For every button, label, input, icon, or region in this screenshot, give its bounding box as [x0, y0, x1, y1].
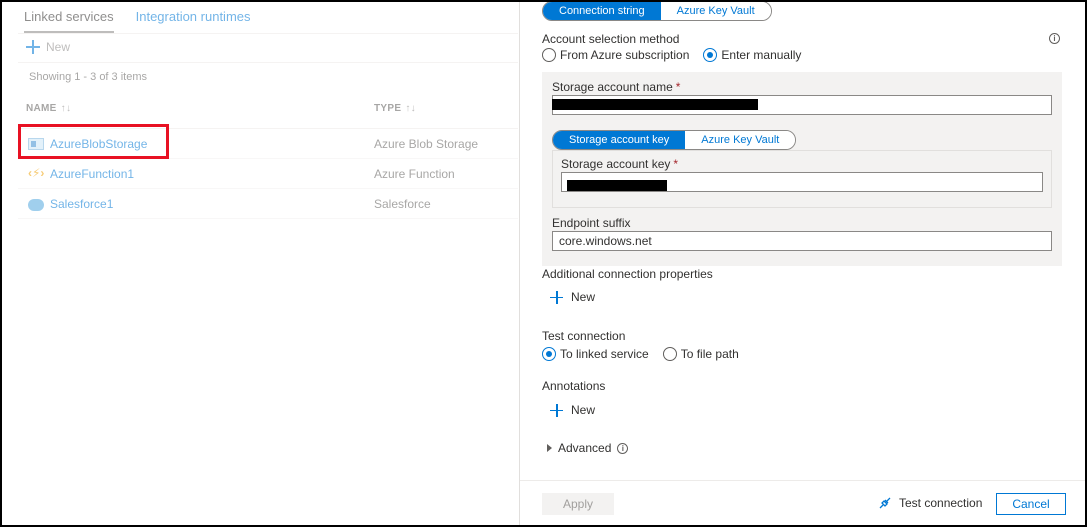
add-connection-property-button[interactable]: New — [550, 290, 595, 304]
test-connection-button[interactable]: Test connection — [878, 496, 982, 510]
linked-service-type: Azure Function — [374, 166, 455, 181]
new-label: New — [571, 403, 596, 417]
sort-icon: ↑↓ — [405, 103, 416, 114]
info-icon[interactable]: i — [1049, 33, 1060, 44]
storage-account-key-option[interactable]: Storage account key — [553, 131, 686, 149]
connection-string-option[interactable]: Connection string — [543, 2, 661, 20]
new-label: New — [46, 40, 71, 54]
tab-divider — [18, 33, 518, 34]
sort-icon: ↑↓ — [60, 103, 72, 114]
toolbar-divider — [18, 62, 518, 63]
required-marker: * — [675, 80, 681, 94]
account-key-type-toggle: Storage account key Azure Key Vault — [552, 130, 797, 150]
new-label: New — [571, 290, 596, 304]
test-connection-label: Test connection — [542, 329, 626, 343]
apply-button[interactable]: Apply — [542, 493, 614, 515]
add-annotation-button[interactable]: New — [550, 403, 595, 417]
linked-service-name[interactable]: AzureFunction1 — [50, 167, 134, 181]
connection-type-toggle: Connection string Azure Key Vault — [542, 2, 772, 21]
azure-function-icon: ‹⚡› — [28, 166, 45, 180]
connection-key-vault-option[interactable]: Azure Key Vault — [660, 2, 771, 20]
tab-linked-services[interactable]: Linked services — [24, 9, 114, 33]
account-selection-radio-group: From Azure subscription Enter manually — [542, 48, 801, 62]
radio-label: To file path — [680, 347, 739, 361]
column-type-label: TYPE — [374, 103, 402, 114]
linked-service-type: Azure Blob Storage — [374, 136, 479, 151]
radio-button-icon — [662, 347, 677, 361]
test-connection-button-label: Test connection — [899, 496, 983, 510]
key-vault-option[interactable]: Azure Key Vault — [685, 131, 796, 149]
linked-service-name[interactable]: Salesforce1 — [50, 197, 113, 211]
table-row[interactable]: ‹⚡› AzureFunction1 Azure Function — [18, 159, 518, 189]
radio-enter-manually[interactable]: Enter manually — [703, 48, 801, 62]
radio-button-icon — [542, 48, 556, 62]
annotations-label: Annotations — [542, 379, 606, 393]
plus-icon — [550, 403, 563, 417]
redaction-bar — [567, 180, 667, 191]
radio-to-linked-service[interactable]: To linked service — [542, 347, 649, 361]
storage-account-key-label-text: Storage account key — [561, 157, 671, 171]
window-frame: Linked services Integration runtimes New… — [0, 0, 1087, 527]
highlight-annotation-box — [18, 124, 169, 159]
panel-footer: Apply Test connection Cancel — [520, 480, 1085, 525]
tab-integration-runtimes[interactable]: Integration runtimes — [136, 9, 251, 33]
new-linked-service-button[interactable]: New — [26, 40, 70, 54]
plus-icon — [550, 290, 563, 304]
salesforce-icon — [28, 199, 44, 211]
radio-to-file-path[interactable]: To file path — [662, 347, 739, 361]
table-row[interactable]: Salesforce1 Salesforce — [18, 189, 518, 219]
additional-properties-label: Additional connection properties — [542, 267, 713, 281]
storage-account-key-label: Storage account key * — [561, 157, 678, 171]
plus-icon — [26, 40, 40, 54]
test-connection-radio-group: To linked service To file path — [542, 347, 739, 361]
storage-account-name-label-text: Storage account name — [552, 80, 673, 94]
required-marker: * — [673, 157, 679, 171]
item-count-text: Showing 1 - 3 of 3 items — [29, 71, 148, 83]
info-icon[interactable]: i — [617, 442, 629, 454]
redaction-bar — [552, 99, 758, 110]
chevron-right-icon — [547, 444, 552, 452]
account-selection-label: Account selection method — [542, 32, 680, 46]
linked-services-panel: Linked services Integration runtimes New… — [4, 2, 519, 525]
endpoint-suffix-input[interactable]: core.windows.net — [552, 231, 1052, 251]
radio-label: To linked service — [560, 347, 649, 361]
column-header-name[interactable]: NAME ↑↓ — [26, 103, 71, 114]
radio-label: Enter manually — [721, 48, 802, 62]
column-name-label: NAME — [26, 103, 57, 114]
tab-bar: Linked services Integration runtimes — [24, 9, 251, 33]
advanced-expander[interactable]: Advanced i — [547, 441, 629, 455]
cancel-button[interactable]: Cancel — [996, 493, 1066, 515]
radio-from-azure-subscription[interactable]: From Azure subscription — [542, 48, 689, 62]
plug-icon — [879, 497, 891, 509]
edit-linked-service-panel: Connection string Azure Key Vault Accoun… — [519, 2, 1085, 525]
linked-service-type: Salesforce — [374, 196, 431, 211]
advanced-label: Advanced — [558, 441, 612, 455]
radio-button-selected-icon — [542, 347, 556, 361]
storage-account-name-label: Storage account name * — [552, 80, 680, 94]
column-header-type[interactable]: TYPE ↑↓ — [374, 103, 416, 114]
radio-label: From Azure subscription — [560, 48, 690, 62]
endpoint-suffix-label: Endpoint suffix — [552, 216, 631, 230]
radio-button-selected-icon — [703, 48, 718, 62]
